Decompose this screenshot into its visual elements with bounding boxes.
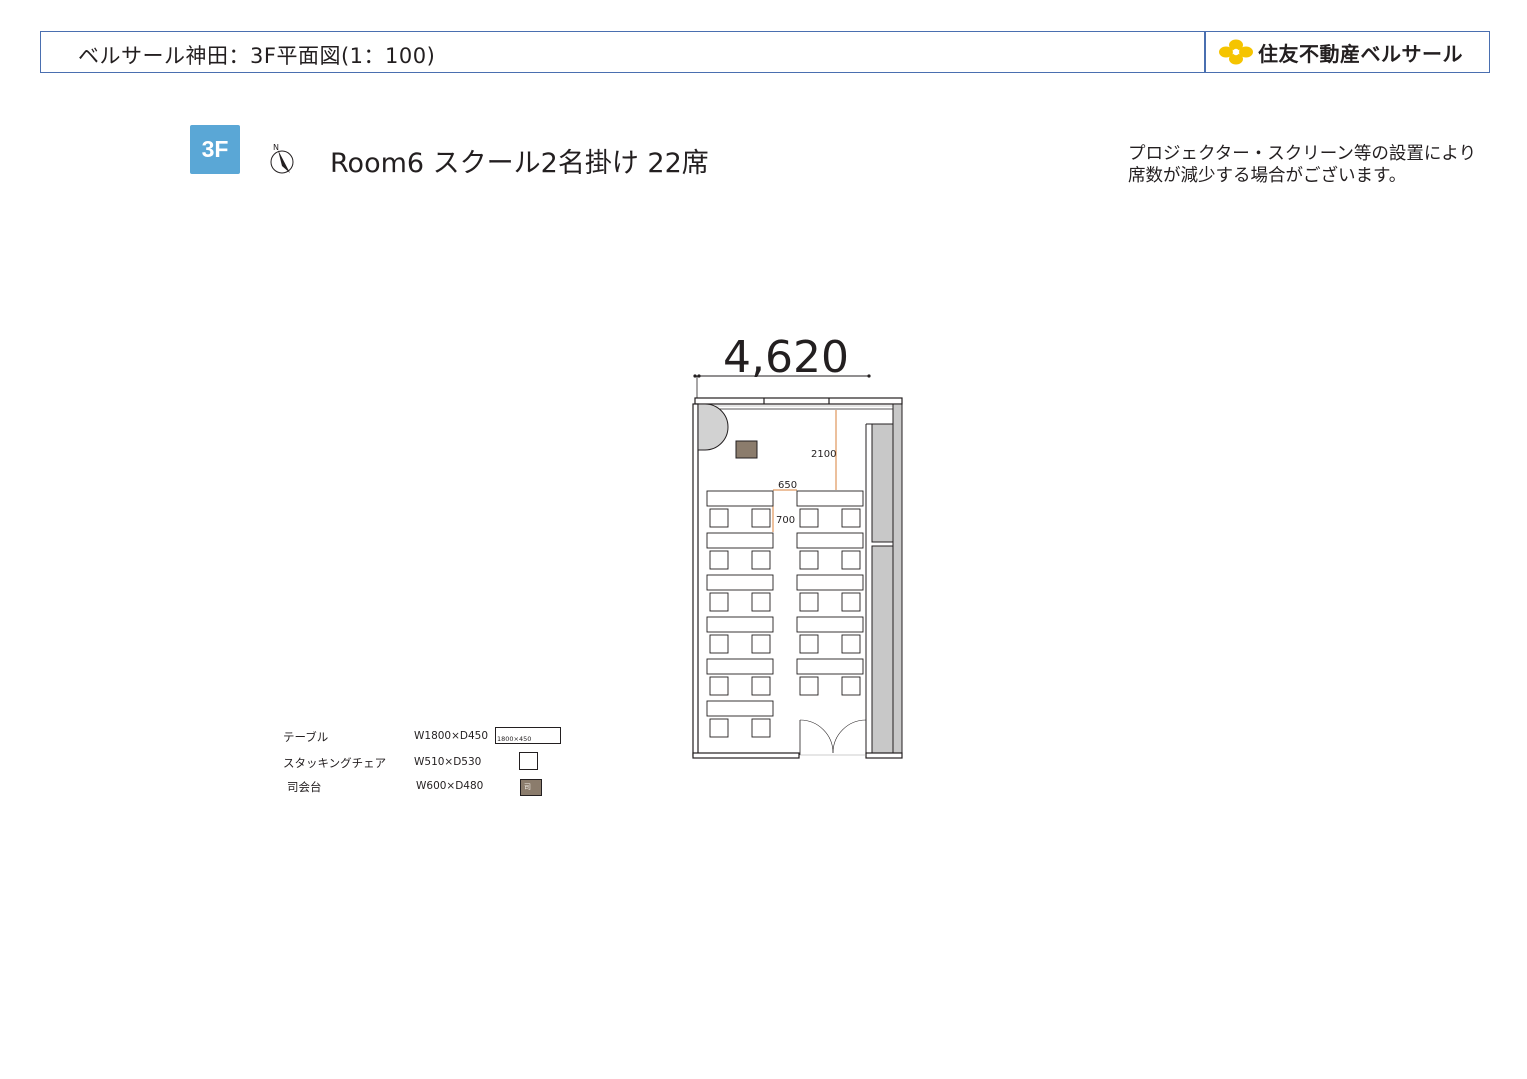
chair [751, 550, 771, 570]
chair [709, 676, 729, 696]
chair [841, 676, 861, 696]
chair [709, 634, 729, 654]
chair [751, 718, 771, 738]
legend-spec-podium: W600×D480 [416, 780, 484, 792]
chair [841, 550, 861, 570]
chair [799, 592, 819, 612]
dimension-700: 700 [776, 515, 795, 526]
legend-label-table: テーブル [283, 730, 329, 744]
dimension-tick-left [693, 374, 697, 378]
dimension-tick-right [867, 374, 871, 378]
table [796, 574, 864, 591]
table [796, 490, 864, 507]
right-wall-outer [892, 403, 903, 759]
floor-plan: 4,620 2100 650 700 [692, 332, 903, 759]
dimension-2100: 2100 [811, 449, 836, 460]
chair [709, 592, 729, 612]
chair [799, 676, 819, 696]
width-dimension: 4,620 [723, 332, 849, 383]
chair [751, 508, 771, 528]
legend-swatch-podium: 司 [520, 779, 542, 796]
chair [709, 718, 729, 738]
chair [799, 550, 819, 570]
door-left-swing [799, 719, 834, 754]
legend-swatch-table-text: 1800×450 [497, 735, 532, 743]
table [796, 616, 864, 633]
dimension-650: 650 [778, 480, 797, 491]
chair [841, 592, 861, 612]
table [706, 658, 774, 675]
table [796, 658, 864, 675]
corner-column [697, 403, 729, 451]
top-wall [694, 397, 903, 405]
table [706, 616, 774, 633]
legend-swatch-chair [519, 752, 538, 770]
chair [841, 634, 861, 654]
table [706, 490, 774, 507]
table [706, 574, 774, 591]
chair [751, 592, 771, 612]
chair [799, 634, 819, 654]
table [706, 532, 774, 549]
chair [709, 550, 729, 570]
left-wall [692, 403, 699, 757]
legend-swatch-table: 1800×450 [495, 727, 561, 744]
legend-spec-table: W1800×D450 [414, 730, 489, 742]
legend-label-chair: スタッキングチェア [283, 756, 387, 770]
dimension-tick-left-2 [697, 374, 701, 378]
bottom-wall-left [692, 752, 800, 759]
bottom-wall-right [865, 752, 903, 759]
door-right-swing [832, 719, 867, 754]
table [706, 700, 774, 717]
table [796, 532, 864, 549]
chair [799, 508, 819, 528]
chair [751, 676, 771, 696]
legend-spec-chair: W510×D530 [414, 756, 482, 768]
legend-swatch-podium-text: 司 [524, 783, 531, 791]
chair [751, 634, 771, 654]
seating-layout [706, 490, 864, 738]
legend-label-podium: 司会台 [287, 780, 322, 794]
chair [709, 508, 729, 528]
right-wall-niche-bottom [871, 545, 894, 755]
podium [735, 440, 758, 459]
chair [841, 508, 861, 528]
right-wall-niche-top [871, 423, 894, 543]
